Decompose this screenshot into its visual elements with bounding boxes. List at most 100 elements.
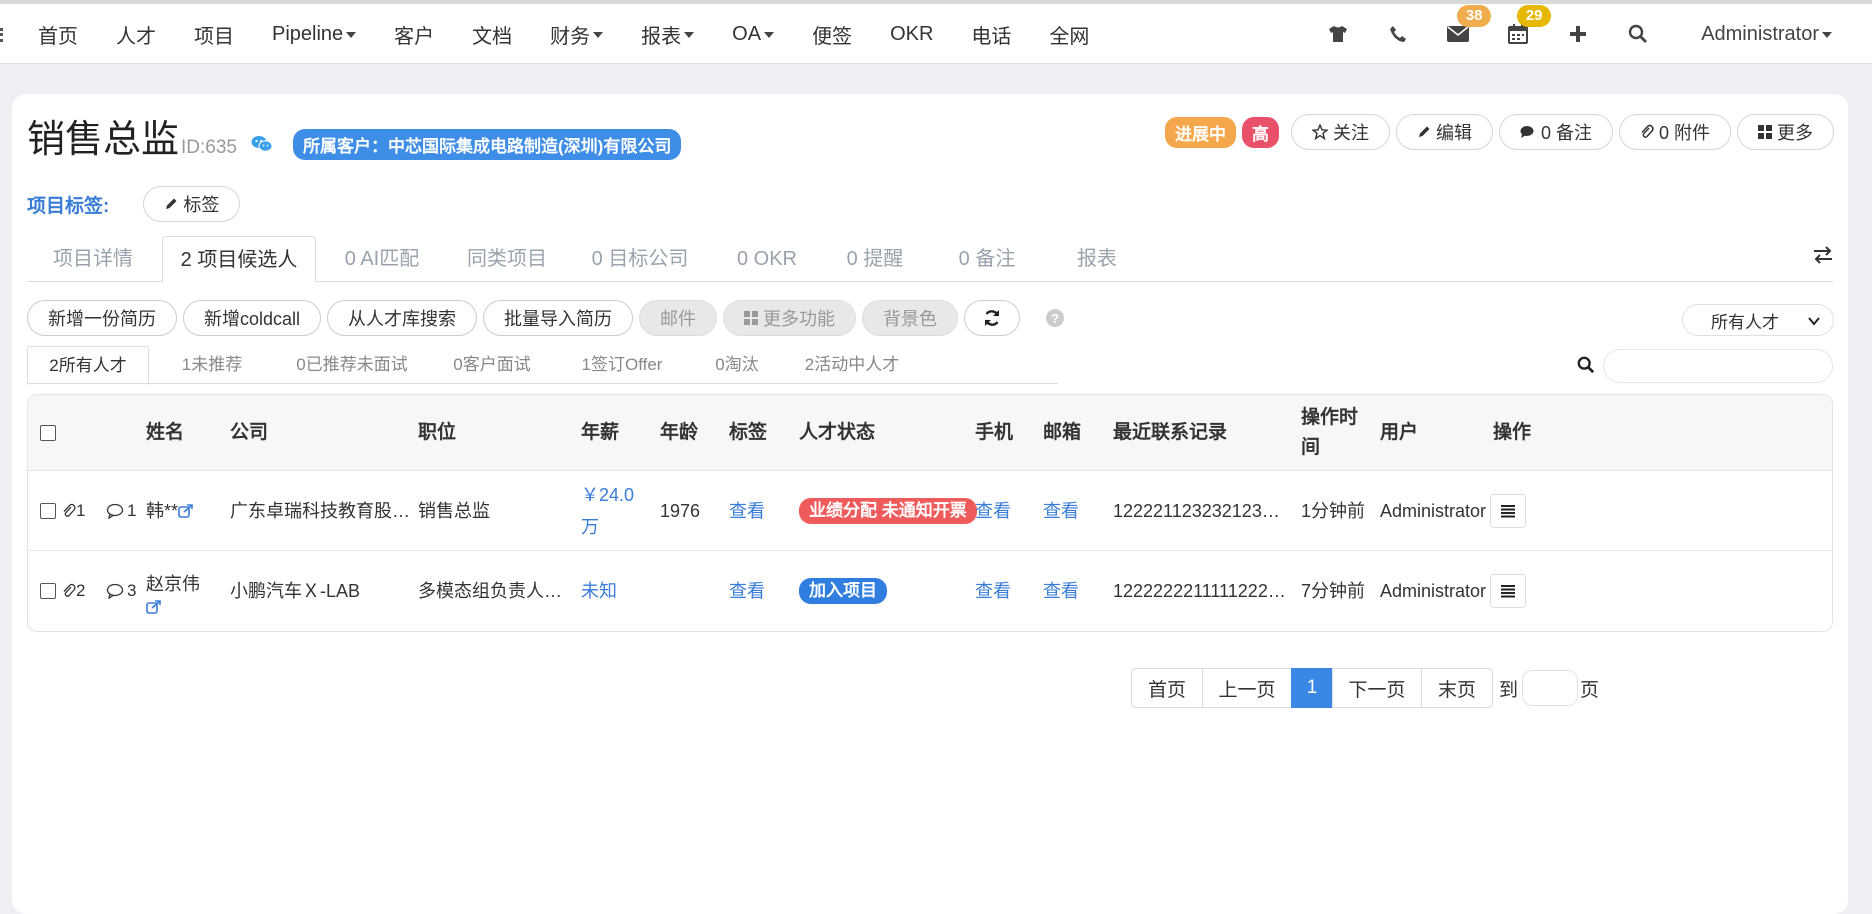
- salary-cell[interactable]: ￥24.0万: [581, 471, 645, 551]
- nav-item-12[interactable]: 全网: [1049, 20, 1089, 49]
- help-icon[interactable]: ?: [1046, 309, 1065, 327]
- attachments-button[interactable]: 0 附件: [1618, 114, 1731, 150]
- row-checkbox[interactable]: [40, 551, 56, 631]
- nav-item-label: 便签: [812, 25, 853, 48]
- mail-icon[interactable]: 38: [1443, 5, 1492, 49]
- add-resume-button[interactable]: 新增一份简历: [27, 300, 177, 336]
- nav-item-8[interactable]: OA: [732, 23, 775, 46]
- nav-item-6[interactable]: 财务: [550, 20, 604, 49]
- user-cell: Administrator: [1380, 581, 1487, 601]
- tag-view-link[interactable]: 查看: [729, 471, 765, 551]
- tab-details[interactable]: 项目详情: [37, 236, 149, 282]
- position-cell: 销售总监: [418, 501, 490, 521]
- goto-page-input[interactable]: [1522, 670, 1579, 706]
- nav-item-1[interactable]: 人才: [116, 20, 156, 49]
- first-page-button[interactable]: 首页: [1131, 668, 1203, 708]
- email-view-link[interactable]: 查看: [1043, 551, 1079, 631]
- tab-target-companies[interactable]: 0 目标公司: [580, 236, 700, 282]
- talent-filter-select[interactable]: 所有人才: [1682, 304, 1834, 336]
- add-coldcall-button[interactable]: 新增coldcall: [183, 300, 322, 336]
- nav-item-5[interactable]: 文档: [472, 20, 512, 49]
- search-icon[interactable]: [1623, 19, 1653, 49]
- row-menu-button[interactable]: [1490, 471, 1526, 551]
- position-cell: 多模态组负责人…: [418, 581, 562, 601]
- calendar-icon[interactable]: 29: [1503, 5, 1552, 49]
- candidate-name-cell[interactable]: 赵京伟: [146, 551, 206, 631]
- tab-okr[interactable]: 0 OKR: [717, 236, 817, 282]
- tab-reminders[interactable]: 0 提醒: [835, 236, 915, 282]
- tab-similar-projects[interactable]: 同类项目: [447, 236, 567, 282]
- candidate-name-cell[interactable]: 韩**: [146, 471, 194, 551]
- subtab-not-recommended[interactable]: 1未推荐: [162, 346, 262, 384]
- subtab-eliminated[interactable]: 0淘汰: [697, 346, 777, 384]
- row-menu-button[interactable]: [1490, 551, 1526, 631]
- plus-icon[interactable]: [1563, 19, 1593, 49]
- nav-right-tools: 38 29 Administrator: [1293, 4, 1832, 64]
- user-menu[interactable]: Administrator: [1701, 23, 1832, 46]
- tag-view-link[interactable]: 查看: [729, 551, 765, 631]
- nav-item-9[interactable]: 便签: [812, 20, 852, 49]
- phone-icon[interactable]: [1383, 19, 1413, 49]
- client-badge[interactable]: 所属客户：中芯国际集成电路制造(深圳)有限公司: [293, 129, 682, 160]
- swap-arrows-icon[interactable]: [1813, 246, 1833, 269]
- shirt-icon[interactable]: [1323, 19, 1353, 49]
- batch-import-button[interactable]: 批量导入简历: [483, 300, 634, 336]
- nav-item-3[interactable]: Pipeline: [272, 23, 357, 46]
- nav-item-10[interactable]: OKR: [890, 23, 933, 46]
- search-talent-pool-button[interactable]: 从人才库搜索: [327, 300, 478, 336]
- more-button[interactable]: 更多: [1737, 114, 1834, 150]
- page-1-button[interactable]: 1: [1291, 668, 1333, 708]
- follow-label: 关注: [1332, 123, 1369, 143]
- menu-grip-icon[interactable]: [0, 28, 3, 42]
- row-attachments[interactable]: 1: [62, 471, 85, 551]
- edit-button[interactable]: 编辑: [1395, 114, 1493, 150]
- background-color-button[interactable]: 背景色: [862, 300, 959, 336]
- status-badge[interactable]: 业绩分配 未通知开票: [799, 498, 977, 524]
- row-comments[interactable]: 1: [106, 471, 136, 551]
- select-all-checkbox[interactable]: [40, 395, 56, 471]
- notes-button[interactable]: 0 备注: [1498, 114, 1613, 150]
- more-features-button[interactable]: 更多功能: [723, 300, 857, 336]
- email-button[interactable]: 邮件: [639, 300, 718, 336]
- contact-record-cell: 122221123232123…: [1113, 501, 1280, 521]
- nav-item-label: 人才: [116, 25, 156, 48]
- status-cell: 业绩分配 未通知开票: [799, 471, 977, 551]
- project-labels-title: 项目标签:: [27, 195, 110, 217]
- tab-reports[interactable]: 报表: [1057, 236, 1137, 282]
- nav-item-0[interactable]: 首页: [38, 20, 78, 49]
- subtab-all[interactable]: 2所有人才: [27, 346, 149, 385]
- row-comments[interactable]: 3: [106, 551, 136, 631]
- nav-item-2[interactable]: 项目: [194, 20, 234, 49]
- subtab-client-interview[interactable]: 0客户面试: [437, 346, 547, 384]
- grid-icon: [744, 311, 759, 325]
- email-view-link[interactable]: 查看: [1043, 471, 1079, 551]
- tab-notes[interactable]: 0 备注: [937, 236, 1037, 282]
- row-checkbox[interactable]: [40, 471, 56, 551]
- tab-candidates[interactable]: 2 项目候选人: [162, 236, 316, 283]
- candidate-name[interactable]: 韩**: [146, 495, 178, 527]
- status-badge[interactable]: 加入项目: [799, 578, 887, 604]
- follow-button[interactable]: 关注: [1290, 114, 1390, 150]
- subtab-recommended-no-interview[interactable]: 0已推荐未面试: [277, 346, 427, 384]
- candidate-search-input[interactable]: [1603, 349, 1833, 383]
- nav-item-4[interactable]: 客户: [394, 20, 434, 49]
- nav-item-label: 全网: [1049, 25, 1090, 48]
- candidate-name[interactable]: 赵京伟: [146, 568, 200, 600]
- refresh-button[interactable]: [964, 300, 1021, 336]
- row-attachments[interactable]: 2: [62, 551, 85, 631]
- tab-ai-match[interactable]: 0 AI匹配: [327, 236, 437, 282]
- phone-view-link[interactable]: 查看: [975, 551, 1011, 631]
- subtab-offer-signed[interactable]: 1签订Offer: [557, 346, 687, 384]
- add-label-button[interactable]: 标签: [143, 186, 241, 222]
- salary-cell[interactable]: 未知: [581, 551, 617, 631]
- phone-view-link[interactable]: 查看: [975, 471, 1011, 551]
- last-page-button[interactable]: 末页: [1421, 668, 1493, 708]
- prev-page-button[interactable]: 上一页: [1202, 668, 1292, 708]
- wechat-icon[interactable]: [251, 135, 273, 158]
- chevron-down-icon: [764, 32, 775, 38]
- nav-item-7[interactable]: 报表: [641, 20, 695, 49]
- search-icon[interactable]: [1577, 356, 1595, 379]
- next-page-button[interactable]: 下一页: [1332, 668, 1422, 708]
- subtab-active[interactable]: 2活动中人才: [787, 346, 917, 384]
- nav-item-11[interactable]: 电话: [971, 20, 1011, 49]
